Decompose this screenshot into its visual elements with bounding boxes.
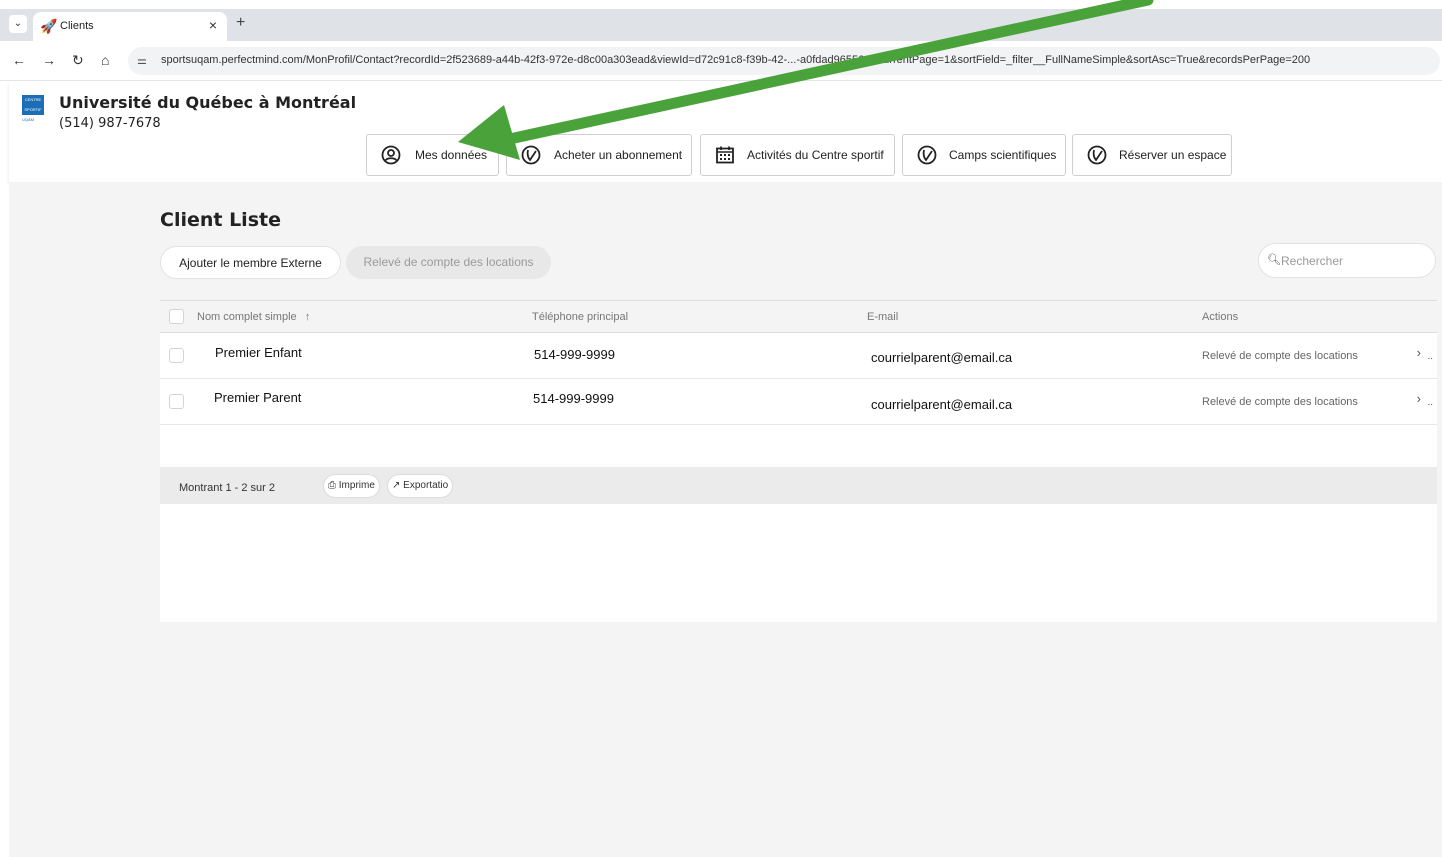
nav-label: Mes données <box>415 148 488 162</box>
cell-name[interactable]: Premier Enfant <box>215 345 302 360</box>
nav-mes-donnees[interactable]: Mes données <box>366 134 499 176</box>
search-input[interactable] <box>1281 252 1426 270</box>
cell-email: courrielparent@email.ca <box>871 397 1013 412</box>
table-footer: Montrant 1 - 2 sur 2 ⎙ Imprime ↗ Exporta… <box>160 467 1437 504</box>
add-external-member-button[interactable]: Ajouter le membre Externe <box>160 246 341 279</box>
row-checkbox[interactable] <box>169 348 184 363</box>
print-label: Imprime <box>338 480 375 491</box>
row-checkbox[interactable] <box>169 394 184 409</box>
browser-tab-bar: ⌄ 🚀 Clients × + <box>0 9 1442 41</box>
page-title: Client Liste <box>160 209 281 231</box>
cell-phone: 514-999-9999 <box>533 391 614 406</box>
table-row[interactable]: Premier Enfant 514-999-9999 courrielpare… <box>160 333 1437 379</box>
page: ⌄ 🚀 Clients × + ← → ↻ ⌂ ⚌ sportsuqam.per… <box>0 0 1442 857</box>
nav-label: Acheter un abonnement <box>554 148 683 162</box>
rental-statement-button[interactable]: Relevé de compte des locations <box>346 246 551 279</box>
tab-search-dropdown-icon[interactable]: ⌄ <box>9 15 27 33</box>
site-settings-icon[interactable]: ⚌ <box>137 54 147 67</box>
printer-icon: ⎙ <box>328 480 336 491</box>
url-field[interactable]: ⚌ sportsuqam.perfectmind.com/MonProfil/C… <box>128 47 1440 75</box>
cell-action-link[interactable]: Relevé de compte des locations <box>1202 396 1358 408</box>
client-table: Nom complet simple ↑ Téléphone principal… <box>160 300 1437 622</box>
address-bar-row: ← → ↻ ⌂ ⚌ sportsuqam.perfectmind.com/Mon… <box>0 41 1442 81</box>
cell-phone: 514-999-9999 <box>534 347 615 362</box>
more-icon[interactable]: .. <box>1427 397 1433 408</box>
forward-icon[interactable]: → <box>42 52 56 68</box>
main-content: Client Liste Ajouter le membre Externe R… <box>9 182 1442 857</box>
nav-reserver-espace[interactable]: Réserver un espace <box>1072 134 1232 176</box>
nav-label: Camps scientifiques <box>949 148 1057 162</box>
column-header-phone[interactable]: Téléphone principal <box>532 311 628 323</box>
export-button[interactable]: ↗ Exportatio <box>387 474 454 498</box>
rocket-favicon-icon: 🚀 <box>40 18 58 34</box>
chevron-right-icon[interactable]: › <box>1417 345 1421 360</box>
search-icon: 🔍︎ <box>1267 254 1281 266</box>
check-circle-icon <box>1087 145 1107 165</box>
organization-phone: (514) 987-7678 <box>59 116 161 131</box>
site-header: CENTRE SPORTIF UQÀM Université du Québec… <box>9 82 1442 182</box>
new-tab-icon[interactable]: + <box>236 14 245 32</box>
nav-camps-scientifiques[interactable]: Camps scientifiques <box>902 134 1066 176</box>
column-header-email[interactable]: E-mail <box>867 311 898 323</box>
logo-sub: UQÀM <box>22 117 34 122</box>
cell-email: courrielparent@email.ca <box>871 350 1013 365</box>
home-icon[interactable]: ⌂ <box>101 52 109 68</box>
cell-name[interactable]: Premier Parent <box>214 390 301 405</box>
cell-action-link[interactable]: Relevé de compte des locations <box>1202 350 1358 362</box>
nav-acheter-abonnement[interactable]: Acheter un abonnement <box>506 134 692 176</box>
user-circle-icon <box>381 145 401 165</box>
sort-asc-icon: ↑ <box>304 311 311 323</box>
print-button[interactable]: ⎙ Imprime <box>323 474 380 498</box>
column-header-name[interactable]: Nom complet simple ↑ <box>197 311 310 323</box>
check-circle-icon <box>917 145 937 165</box>
nav-activites[interactable]: Activités du Centre sportif <box>700 134 895 176</box>
search-box[interactable]: 🔍︎ <box>1258 243 1436 278</box>
nav-label: Activités du Centre sportif <box>747 148 884 162</box>
tab-title: Clients <box>60 20 94 32</box>
table-row[interactable]: Premier Parent 514-999-9999 courrielpare… <box>160 379 1437 425</box>
calendar-icon <box>716 146 734 164</box>
select-all-checkbox[interactable] <box>169 309 184 324</box>
more-icon[interactable]: .. <box>1427 351 1433 362</box>
column-label: Nom complet simple <box>197 311 297 323</box>
pagination-count: Montrant 1 - 2 sur 2 <box>179 482 275 494</box>
logo-mark: CENTRE SPORTIF <box>22 95 44 115</box>
external-link-icon: ↗ <box>392 480 401 491</box>
nav-label: Réserver un espace <box>1119 148 1227 162</box>
chevron-right-icon[interactable]: › <box>1417 391 1421 406</box>
column-header-actions: Actions <box>1202 311 1239 323</box>
uqam-logo[interactable]: CENTRE SPORTIF UQÀM <box>22 95 44 125</box>
tab-close-icon[interactable]: × <box>209 17 217 33</box>
url-text: sportsuqam.perfectmind.com/MonProfil/Con… <box>161 54 1311 66</box>
export-label: Exportatio <box>403 480 449 491</box>
table-header: Nom complet simple ↑ Téléphone principal… <box>160 300 1437 333</box>
browser-tab[interactable]: 🚀 Clients × <box>33 12 227 41</box>
reload-icon[interactable]: ↻ <box>72 52 84 69</box>
check-circle-icon <box>521 145 541 165</box>
back-icon[interactable]: ← <box>12 52 26 68</box>
organization-name: Université du Québec à Montréal <box>59 93 357 112</box>
